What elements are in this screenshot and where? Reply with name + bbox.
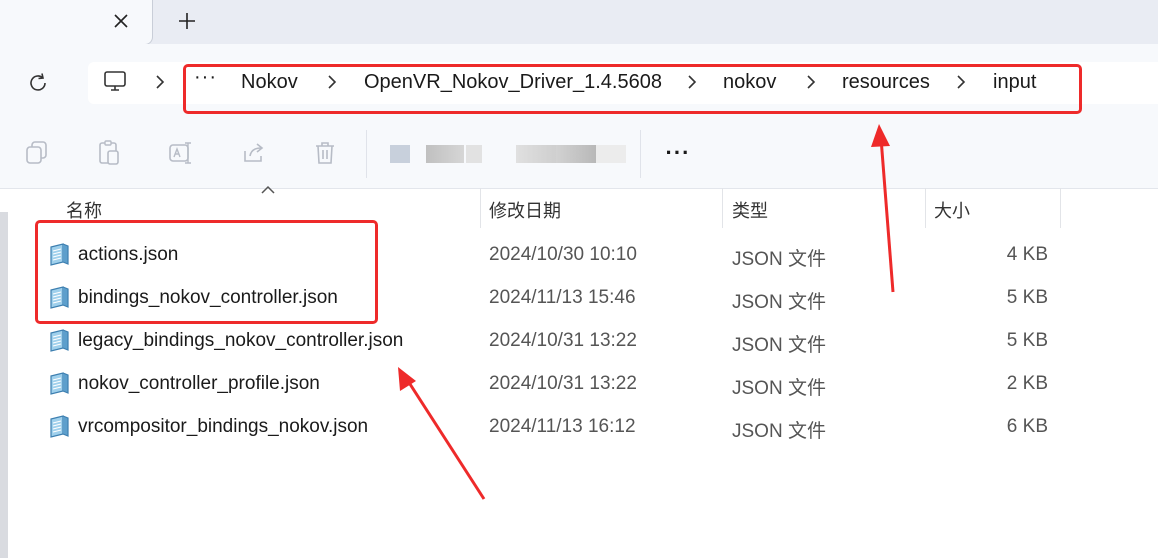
column-header-type[interactable]: 类型 [732, 197, 768, 223]
rename-icon[interactable] [167, 138, 195, 168]
delete-icon[interactable] [311, 138, 339, 168]
json-file-icon [50, 415, 69, 438]
file-row[interactable]: vrcompositor_bindings_nokov.json 2024/11… [20, 408, 1060, 448]
chevron-right-icon[interactable] [152, 73, 168, 91]
file-size: 4 KB [1006, 244, 1048, 265]
close-icon[interactable] [106, 6, 136, 36]
file-modified: 2024/10/30 10:10 [489, 244, 637, 265]
file-size: 6 KB [1006, 416, 1048, 437]
file-type: JSON 文件 [732, 292, 826, 313]
column-divider[interactable] [722, 188, 723, 228]
file-size: 5 KB [1006, 287, 1048, 308]
file-modified: 2024/10/31 13:22 [489, 330, 637, 351]
column-divider[interactable] [925, 188, 926, 228]
file-name[interactable]: legacy_bindings_nokov_controller.json [78, 330, 403, 352]
file-row[interactable]: nokov_controller_profile.json 2024/10/31… [20, 365, 1060, 405]
this-pc-icon[interactable] [102, 68, 128, 94]
file-type: JSON 文件 [732, 249, 826, 270]
blurred-button-label[interactable] [596, 145, 626, 163]
blurred-button-label[interactable] [556, 145, 596, 163]
toolbar-divider [366, 130, 367, 178]
toolbar-divider [640, 130, 641, 178]
blurred-button-label[interactable] [466, 145, 482, 163]
active-tab[interactable] [0, 0, 153, 45]
paste-icon[interactable] [95, 138, 123, 168]
file-type: JSON 文件 [732, 335, 826, 356]
file-name[interactable]: nokov_controller_profile.json [78, 373, 320, 395]
column-divider[interactable] [480, 188, 481, 228]
annotation-box-breadcrumb [183, 64, 1082, 114]
column-header-size[interactable]: 大小 [934, 197, 970, 223]
blurred-button-label[interactable] [426, 145, 464, 163]
column-header-modified[interactable]: 修改日期 [489, 197, 561, 223]
plus-icon[interactable] [172, 6, 202, 36]
file-modified: 2024/11/13 15:46 [489, 287, 636, 308]
json-file-icon [50, 329, 69, 352]
file-type: JSON 文件 [732, 378, 826, 399]
file-modified: 2024/11/13 16:12 [489, 416, 636, 437]
more-options-button[interactable]: ··· [662, 138, 694, 168]
file-name[interactable]: vrcompositor_bindings_nokov.json [78, 416, 368, 438]
blurred-button-label[interactable] [516, 145, 556, 163]
command-toolbar: ··· [0, 120, 1158, 189]
annotation-box-files [35, 220, 378, 324]
navigation-pane-edge [0, 212, 8, 558]
blurred-button-icon[interactable] [390, 145, 410, 163]
file-size: 2 KB [1006, 373, 1048, 394]
tab-strip [0, 0, 1158, 45]
file-row[interactable]: legacy_bindings_nokov_controller.json 20… [20, 322, 1060, 362]
file-size: 5 KB [1006, 330, 1048, 351]
column-divider[interactable] [1060, 188, 1061, 228]
file-type: JSON 文件 [732, 421, 826, 442]
json-file-icon [50, 372, 69, 395]
file-modified: 2024/10/31 13:22 [489, 373, 637, 394]
share-icon[interactable] [240, 138, 268, 168]
refresh-icon[interactable] [24, 69, 52, 97]
copy-icon[interactable] [23, 138, 51, 168]
